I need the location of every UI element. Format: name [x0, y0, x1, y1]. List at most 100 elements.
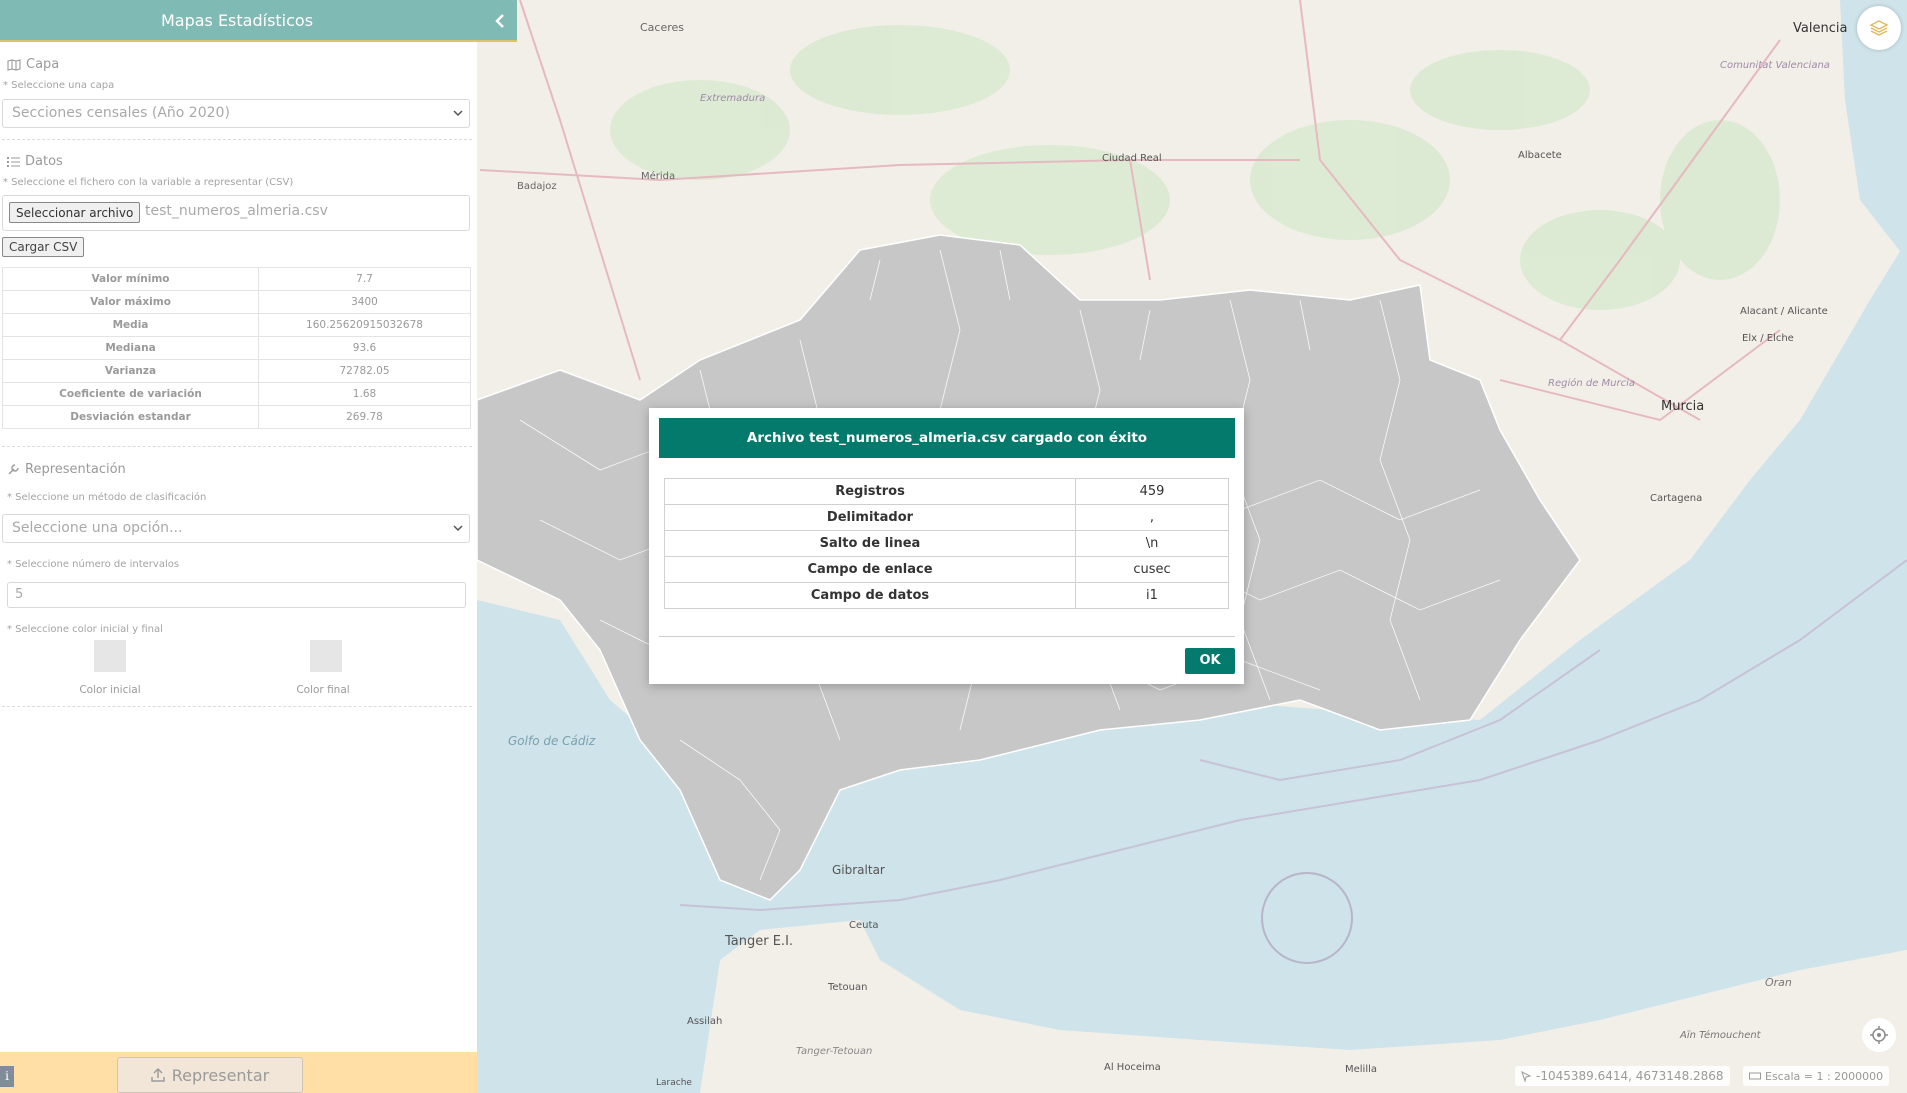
dialog-row: Registros 459 — [664, 478, 1229, 505]
dialog-row-label: Delimitador — [664, 504, 1076, 531]
stats-value: 7.7 — [258, 267, 471, 291]
app-title: Mapas Estadísticos — [160, 11, 314, 30]
dialog-row-label: Campo de datos — [664, 582, 1076, 609]
stats-value: 3400 — [258, 290, 471, 314]
dialog-row-value: \n — [1075, 530, 1229, 557]
map-place-label: Tanger E.I. — [725, 934, 794, 949]
coordinates-value: -1045389.6414, 4673148.2868 — [1536, 1069, 1724, 1083]
dialog-row-value: , — [1075, 504, 1229, 531]
map-place-label: Aïn Témouchent — [1680, 1030, 1761, 1041]
map-place-label: Gibraltar — [832, 863, 885, 877]
color-end-label: Color final — [296, 684, 350, 696]
map-place-label: Melilla — [1345, 1064, 1378, 1075]
collapse-sidebar-button[interactable] — [483, 0, 517, 42]
map-place-label: Albacete — [1518, 150, 1562, 161]
stats-value: 72782.05 — [258, 359, 471, 383]
divider — [2, 139, 472, 140]
stats-value: 269.78 — [258, 405, 471, 429]
color-end-swatch[interactable] — [310, 640, 342, 672]
success-dialog: Archivo test_numeros_almeria.csv cargado… — [649, 408, 1244, 684]
layer-section-label: Capa — [26, 57, 60, 72]
info-button[interactable]: i — [0, 1066, 14, 1087]
representation-section-label: Representación — [25, 462, 126, 477]
cursor-icon — [1521, 1070, 1532, 1082]
stats-value: 160.25620915032678 — [258, 313, 471, 337]
map-place-label: Golfo de Cádiz — [508, 734, 596, 748]
stats-label: Valor máximo — [2, 290, 259, 314]
dialog-divider — [659, 636, 1235, 637]
layers-button[interactable] — [1857, 6, 1901, 50]
stats-row: Valor máximo 3400 — [2, 290, 471, 314]
load-csv-button[interactable]: Cargar CSV — [2, 237, 85, 257]
map-place-label: Cartagena — [1650, 493, 1703, 504]
wrench-icon — [8, 464, 19, 475]
dialog-row-label: Registros — [664, 478, 1076, 505]
stats-label: Media — [2, 313, 259, 337]
sidebar: Mapas Estadísticos Capa * Seleccione una… — [0, 0, 517, 1093]
scale-readout: Escala = 1 : 2000000 — [1743, 1066, 1890, 1086]
representation-section-title: Representación — [7, 462, 126, 477]
dialog-row: Salto de linea \n — [664, 530, 1229, 557]
stats-row: Desviación estandar 269.78 — [2, 405, 471, 429]
ok-button[interactable]: OK — [1185, 648, 1235, 674]
map-place-label: Larache — [656, 1078, 692, 1088]
dialog-row-value: i1 — [1075, 582, 1229, 609]
list-icon — [7, 157, 20, 167]
map-place-label: Al Hoceima — [1104, 1062, 1161, 1073]
scale-value: Escala = 1 : 2000000 — [1765, 1069, 1884, 1083]
stats-row: Media 160.25620915032678 — [2, 313, 471, 337]
map-place-label: Comunitat Valenciana — [1720, 60, 1830, 71]
stats-value: 1.68 — [258, 382, 471, 406]
intervals-hint: * Seleccione número de intervalos — [7, 559, 180, 570]
chevron-down-icon — [453, 525, 463, 532]
map-place-label: Ceuta — [849, 920, 879, 931]
intervals-input[interactable]: 5 — [7, 582, 466, 608]
dialog-summary-table: Registros 459 Delimitador, Salto de linea \n… — [664, 478, 1229, 609]
stats-row: Mediana 93.6 — [2, 336, 471, 360]
divider — [2, 706, 472, 707]
map-place-label: Región de Murcia — [1548, 378, 1636, 389]
map-place-label: Oran — [1765, 976, 1792, 989]
sidebar-header: Mapas Estadísticos — [0, 0, 517, 42]
chevron-down-icon — [453, 110, 463, 117]
map-place-label: Caceres — [640, 21, 685, 34]
layer-select-value: Secciones censales (Año 2020) — [12, 105, 230, 121]
layer-section-title: Capa — [7, 57, 59, 72]
map-place-label: Assilah — [687, 1016, 723, 1027]
data-section-title: Datos — [7, 154, 63, 169]
stats-row: Varianza 72782.05 — [2, 359, 471, 383]
map-place-label: Badajoz — [517, 181, 557, 192]
stats-value: 93.6 — [258, 336, 471, 360]
layers-icon — [1869, 20, 1889, 36]
map-place-label: Mérida — [641, 171, 676, 182]
map-place-label: Ciudad Real — [1102, 153, 1162, 164]
map-place-label: Tanger-Tetouan — [796, 1046, 873, 1057]
file-name: test_numeros_almeria.csv — [145, 203, 328, 219]
data-hint: * Seleccione el fichero con la variable … — [3, 177, 294, 188]
locate-button[interactable] — [1862, 1018, 1896, 1052]
dialog-title: Archivo test_numeros_almeria.csv cargado… — [659, 418, 1235, 458]
color-start-label: Color inicial — [79, 684, 141, 696]
stats-label: Coeficiente de variación — [2, 382, 259, 406]
file-input[interactable]: Seleccionar archivo test_numeros_almeria… — [2, 195, 470, 231]
map-place-label: Murcia — [1661, 399, 1705, 414]
stats-row: Valor mínimo 7.7 — [2, 267, 471, 291]
render-button-label: Representar — [171, 1065, 270, 1085]
dialog-row: Campo de enlace cusec — [664, 556, 1229, 583]
select-file-button[interactable]: Seleccionar archivo — [9, 202, 141, 223]
map-place-label: Alacant / Alicante — [1740, 306, 1828, 317]
layer-select[interactable]: Secciones censales (Año 2020) — [2, 99, 470, 128]
dialog-row: Delimitador, — [664, 504, 1229, 531]
render-button[interactable]: Representar — [117, 1057, 303, 1093]
method-select-value: Seleccione una opción... — [12, 520, 183, 536]
map-place-label: Elx / Elche — [1742, 333, 1794, 344]
map-place-label: Valencia — [1793, 21, 1848, 36]
divider — [2, 446, 472, 447]
stats-row: Coeficiente de variación 1.68 — [2, 382, 471, 406]
dialog-row: Campo de datos i1 — [664, 582, 1229, 609]
color-start-swatch[interactable] — [94, 640, 126, 672]
method-select[interactable]: Seleccione una opción... — [2, 514, 470, 543]
coordinates-readout: -1045389.6414, 4673148.2868 — [1515, 1066, 1730, 1086]
stats-label: Varianza — [2, 359, 259, 383]
upload-icon — [151, 1068, 165, 1082]
